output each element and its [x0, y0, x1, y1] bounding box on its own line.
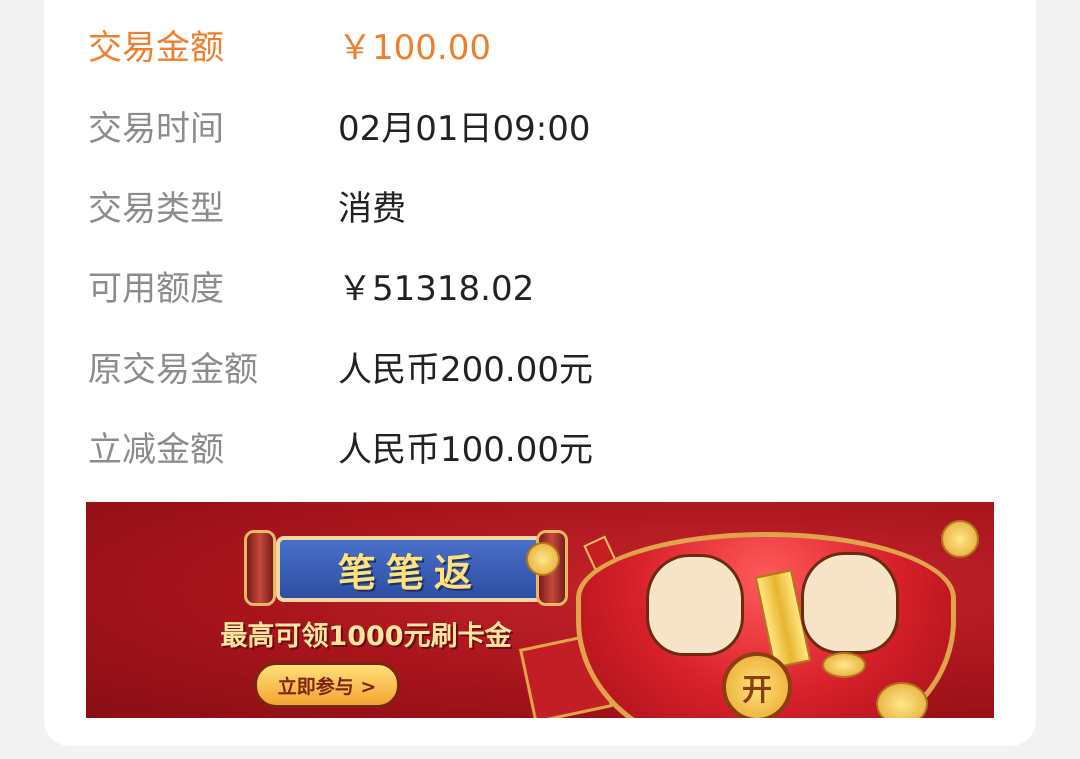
- join-button[interactable]: 立即参与 >: [254, 662, 400, 708]
- banner-subtitle: 最高可领1000元刷卡金: [220, 621, 512, 652]
- detail-label-discount: 立减金额: [88, 430, 224, 470]
- detail-label-amount: 交易金额: [88, 28, 224, 68]
- coin-icon: [526, 542, 560, 576]
- bull-mascot-icon: [646, 554, 744, 656]
- banner-scroll: 笔笔返: [236, 530, 576, 606]
- detail-row-type: 交易类型 消费: [88, 181, 406, 237]
- bull-mascot-icon: [801, 552, 899, 654]
- promo-banner[interactable]: 笔笔返 最高可领1000元刷卡金 立即参与 > 开: [86, 502, 994, 718]
- detail-row-discount: 立减金额 人民币100.00元: [88, 422, 593, 478]
- detail-value-amount: ￥100.00: [338, 28, 491, 68]
- coin-icon: [941, 520, 979, 558]
- detail-label-time: 交易时间: [88, 109, 224, 149]
- detail-row-amount: 交易金额 ￥100.00: [88, 20, 491, 76]
- detail-row-original-amount: 原交易金额 人民币200.00元: [88, 342, 593, 398]
- detail-value-discount: 人民币100.00元: [338, 430, 593, 470]
- detail-label-credit: 可用额度: [88, 269, 224, 309]
- detail-row-time: 交易时间 02月01日09:00: [88, 101, 591, 157]
- coin-icon: [822, 652, 866, 678]
- open-coin-button[interactable]: 开: [722, 652, 792, 718]
- detail-value-original-amount: 人民币200.00元: [338, 350, 593, 390]
- coin-icon: [876, 682, 928, 718]
- detail-value-credit: ￥51318.02: [338, 269, 535, 309]
- detail-label-type: 交易类型: [88, 189, 224, 229]
- scroll-roll-left: [244, 530, 276, 606]
- detail-value-time: 02月01日09:00: [338, 109, 591, 149]
- detail-value-type: 消费: [338, 189, 406, 229]
- detail-row-credit: 可用额度 ￥51318.02: [88, 261, 534, 317]
- banner-title: 笔笔返: [337, 550, 482, 595]
- detail-label-original-amount: 原交易金额: [88, 350, 258, 390]
- scroll-body: 笔笔返: [276, 536, 544, 602]
